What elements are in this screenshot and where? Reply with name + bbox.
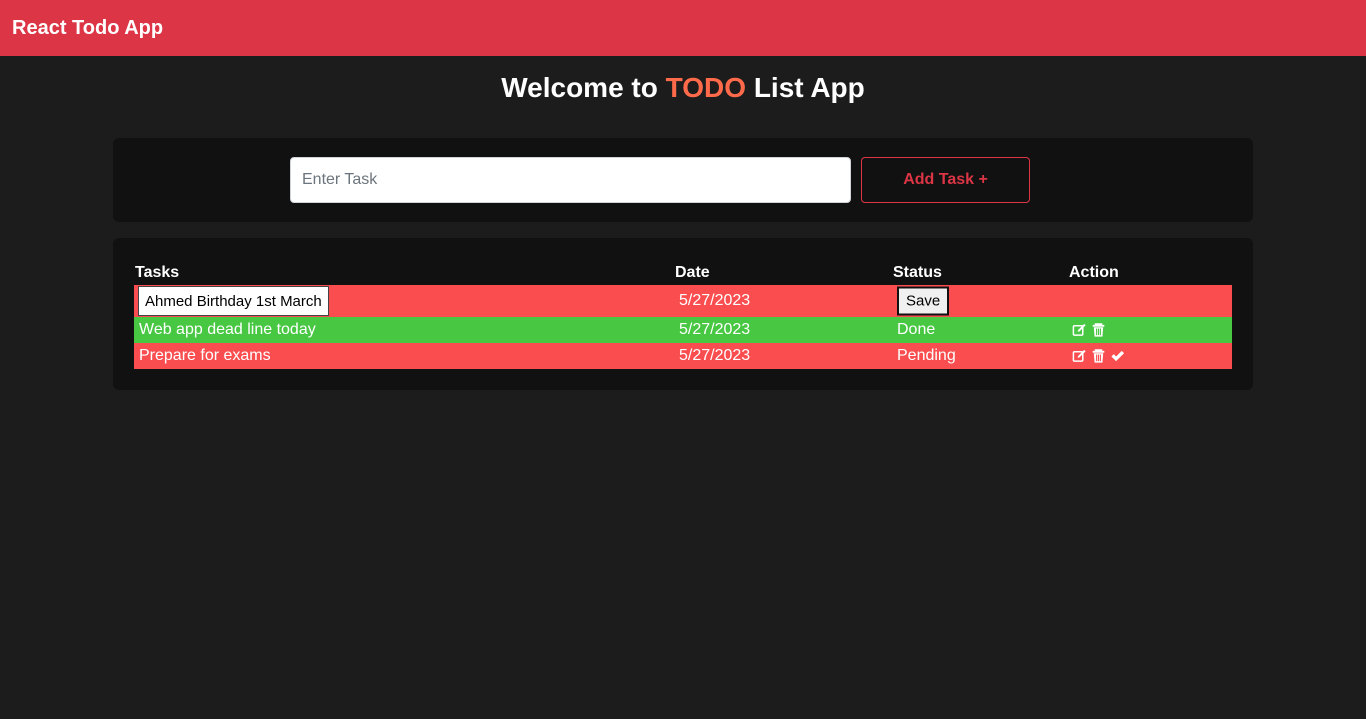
task-cell: Web app dead line today: [139, 321, 316, 338]
action-cell: [1072, 349, 1125, 364]
task-cell: Prepare for exams: [139, 347, 271, 364]
table-row: Web app dead line today 5/27/2023 Done: [134, 317, 1232, 343]
table-header: Tasks Date Status Action: [135, 264, 1232, 284]
add-task-button[interactable]: Add Task +: [861, 157, 1030, 203]
task-input[interactable]: [290, 157, 851, 203]
date-cell: 5/27/2023: [679, 321, 751, 338]
edit-task-input[interactable]: [138, 286, 329, 316]
task-form-card: Add Task +: [113, 138, 1253, 222]
table-row: 5/27/2023 Save: [134, 285, 1232, 317]
header-status: Status: [893, 264, 942, 281]
status-cell: Pending: [897, 347, 956, 364]
edit-icon[interactable]: [1072, 349, 1087, 364]
action-cell: [1072, 323, 1106, 338]
header-action: Action: [1069, 264, 1119, 281]
title-accent: TODO: [665, 72, 747, 103]
date-cell: 5/27/2023: [679, 347, 751, 364]
task-cell: [138, 286, 329, 316]
status-cell: Done: [897, 321, 936, 338]
title-prefix: Welcome to: [501, 72, 658, 103]
header-date: Date: [675, 264, 710, 281]
date-cell: 5/27/2023: [679, 292, 751, 309]
status-cell: Save: [897, 286, 950, 316]
navbar-brand[interactable]: React Todo App: [12, 17, 163, 40]
check-icon[interactable]: [1110, 349, 1125, 364]
table-row: Prepare for exams 5/27/2023 Pending: [134, 343, 1232, 369]
trash-icon[interactable]: [1091, 323, 1106, 338]
page-title: Welcome to TODO List App: [0, 72, 1366, 104]
trash-icon[interactable]: [1091, 349, 1106, 364]
tasks-table-card: Tasks Date Status Action 5/27/2023 Save …: [113, 238, 1253, 390]
title-suffix: List App: [753, 72, 865, 103]
navbar: React Todo App: [0, 0, 1366, 56]
header-tasks: Tasks: [135, 264, 180, 281]
save-button[interactable]: Save: [897, 286, 950, 316]
edit-icon[interactable]: [1072, 323, 1087, 338]
